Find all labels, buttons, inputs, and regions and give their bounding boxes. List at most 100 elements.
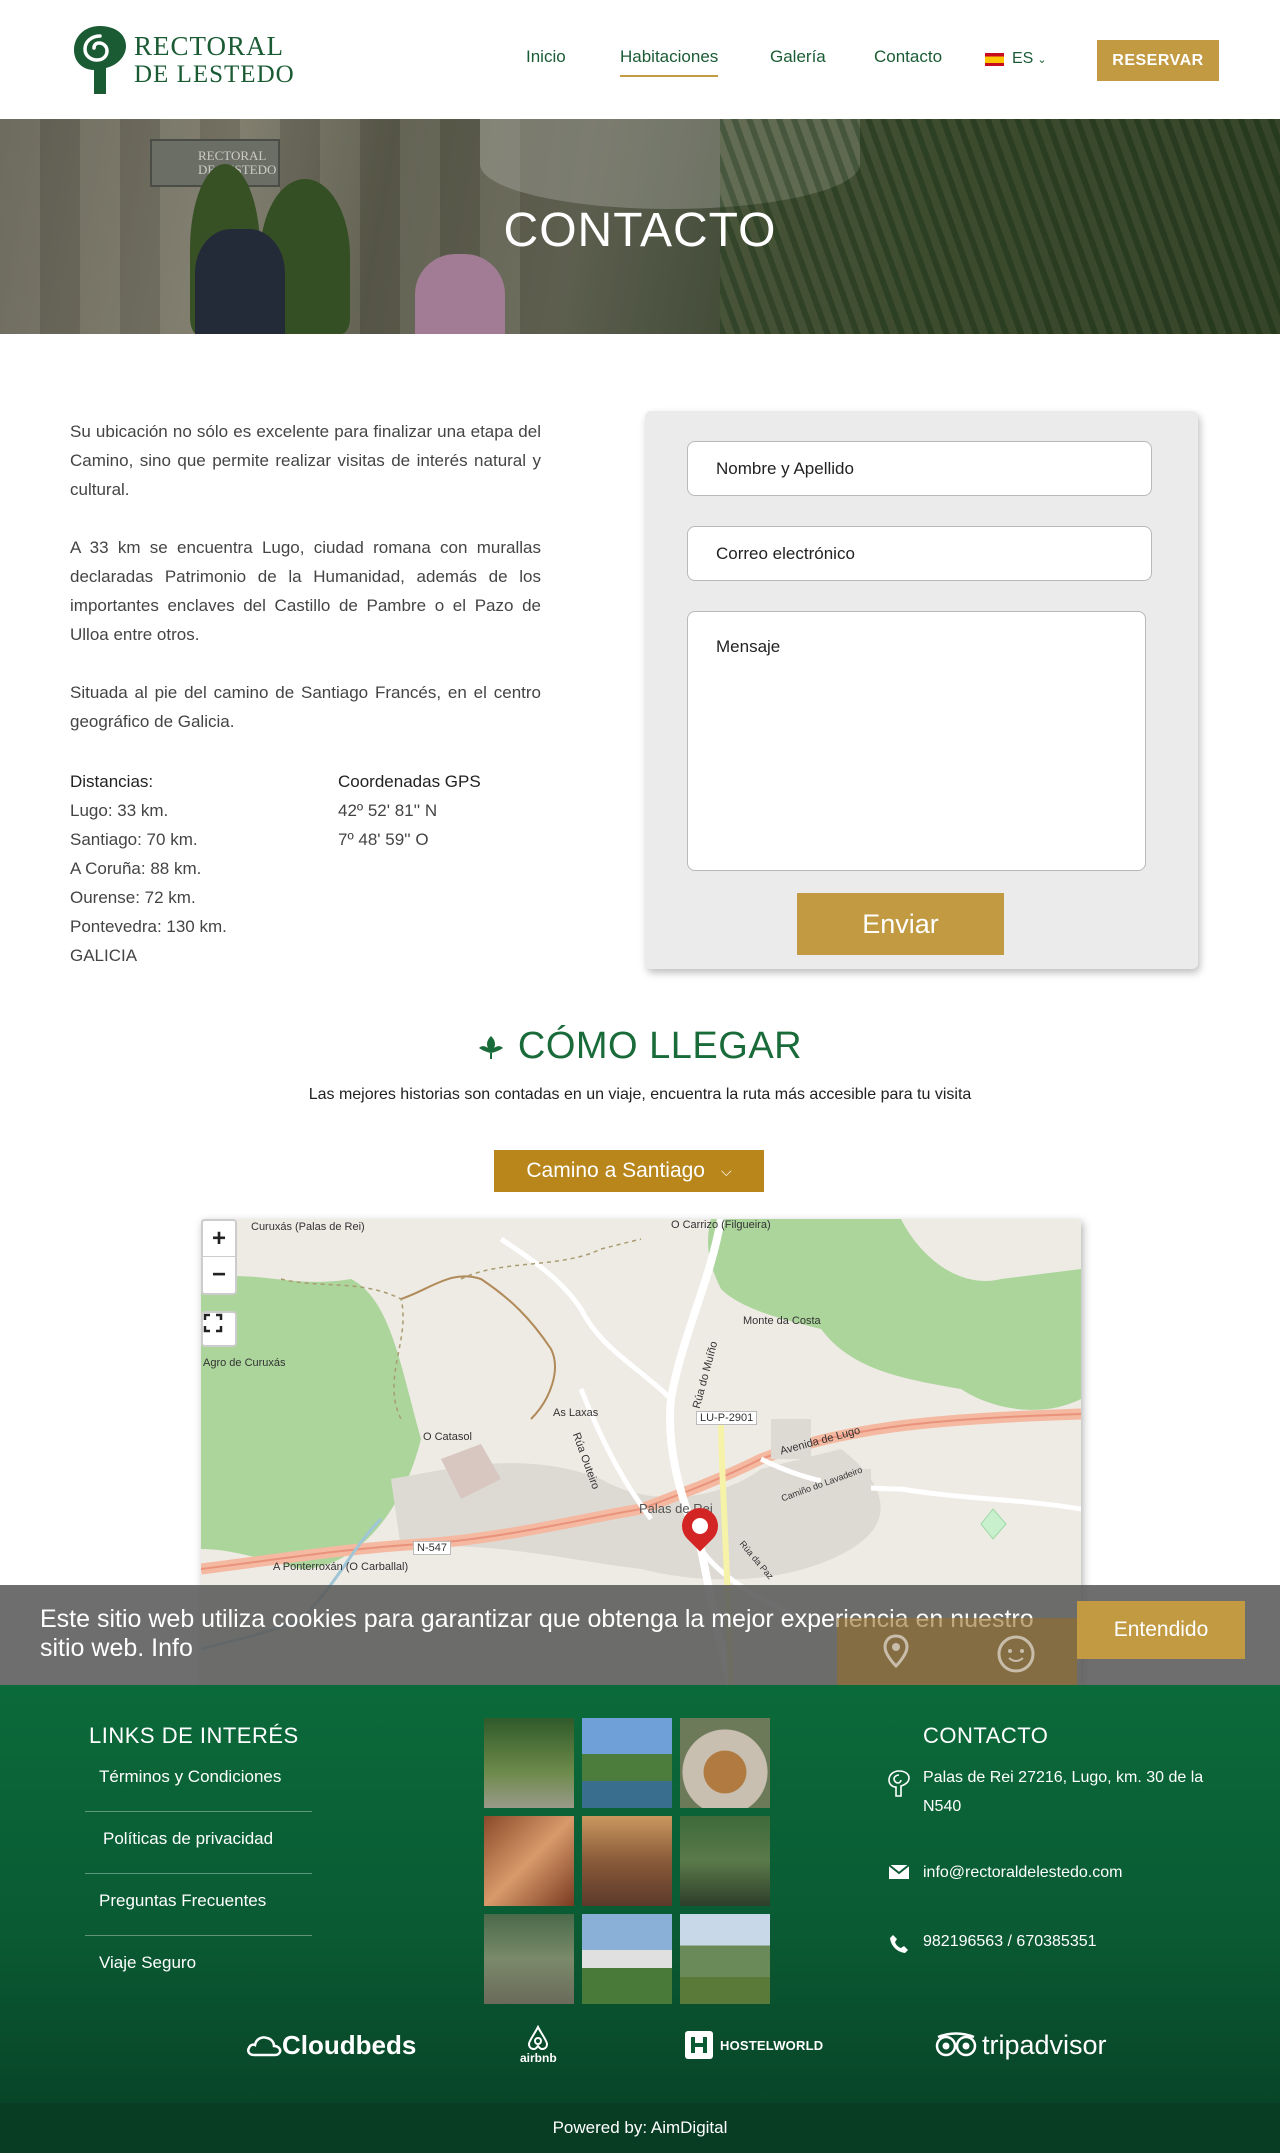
- send-button[interactable]: Enviar: [797, 893, 1004, 955]
- distance-item: Lugo: 33 km.: [70, 801, 169, 820]
- owl-icon: [935, 2032, 977, 2057]
- chevron-down-icon: ⌵: [721, 1162, 732, 1179]
- nav-contacto[interactable]: Contacto: [874, 47, 942, 67]
- intro-paragraph: Situada al pie del camino de Santiago Fr…: [70, 683, 541, 731]
- tripadvisor-label: tripadvisor: [982, 2029, 1107, 2060]
- language-label: ES: [1012, 50, 1034, 67]
- name-field[interactable]: Nombre y Apellido: [687, 441, 1152, 496]
- nav-inicio[interactable]: Inicio: [526, 47, 566, 67]
- gallery-thumb[interactable]: [582, 1718, 672, 1808]
- fullscreen-icon[interactable]: [201, 1311, 237, 1347]
- partner-logos: Cloudbeds airbnb HOSTELWORLD tripadvisor: [0, 2020, 1280, 2070]
- tripadvisor-logo[interactable]: tripadvisor: [934, 2020, 1107, 2070]
- contact-email[interactable]: info@rectoraldelestedo.com: [887, 1858, 1122, 1887]
- gps-title: Coordenadas GPS: [338, 772, 481, 791]
- links-title: LINKS DE INTERÉS: [89, 1723, 299, 1748]
- gps-coordinates: Coordenadas GPS 42º 52' 81'' N 7º 48' 59…: [338, 767, 481, 854]
- language-selector[interactable]: ES ⌄: [985, 50, 1047, 68]
- nav-habitaciones[interactable]: Habitaciones: [620, 47, 719, 77]
- nav-galeria[interactable]: Galería: [770, 47, 826, 67]
- spain-flag-icon: [985, 52, 1004, 66]
- message-field[interactable]: Mensaje: [687, 611, 1146, 871]
- airbnb-logo[interactable]: airbnb: [520, 2020, 557, 2070]
- main-nav: Inicio Habitaciones Galería Contacto: [0, 47, 1280, 77]
- hero-banner: RECTORAL DE LESTEDO CONTACTO: [0, 119, 1280, 334]
- distance-item: Pontevedra: 130 km.: [70, 917, 227, 936]
- divider: [85, 1935, 312, 1936]
- gallery-thumb[interactable]: [680, 1718, 770, 1808]
- map-label: A Ponterroxán (O Carballal): [273, 1561, 409, 1573]
- distances-list: Distancias: Lugo: 33 km. Santiago: 70 km…: [70, 767, 227, 970]
- route-select-label: Camino a Santiago: [526, 1159, 705, 1182]
- maps-app-icon[interactable]: [837, 1618, 955, 1685]
- phone-icon: [887, 1927, 911, 1955]
- zoom-out-button[interactable]: −: [203, 1257, 235, 1293]
- route-select[interactable]: Camino a Santiago ⌵: [494, 1150, 764, 1192]
- gallery-thumb[interactable]: [484, 1816, 574, 1906]
- chevron-down-icon: ⌄: [1037, 53, 1047, 66]
- contact-phone[interactable]: 982196563 / 670385351: [887, 1927, 1097, 1956]
- intro-text: Su ubicación no sólo es excelente para f…: [70, 417, 541, 765]
- how-title: CÓMO LLEGAR: [478, 1025, 802, 1068]
- powered-by[interactable]: Powered by: AimDigital: [0, 2103, 1280, 2153]
- airbnb-label: airbnb: [520, 2051, 557, 2065]
- how-title-text: CÓMO LLEGAR: [517, 1025, 803, 1067]
- divider: [85, 1873, 312, 1874]
- cookie-accept-button[interactable]: Entendido: [1077, 1601, 1245, 1659]
- contact-title: CONTACTO: [923, 1723, 1049, 1748]
- reserve-button[interactable]: RESERVAR: [1097, 40, 1219, 81]
- spiral-logo-icon: [887, 1763, 911, 1797]
- hostelworld-label: HOSTELWORLD: [720, 2037, 824, 2053]
- map-label: Curuxás (Palas de Rei): [251, 1221, 365, 1233]
- distance-item: A Coruña: 88 km.: [70, 859, 202, 878]
- site-header: RECTORAL DE LESTEDO Inicio Habitaciones …: [0, 0, 1280, 119]
- page-title: CONTACTO: [503, 204, 777, 257]
- gps-longitude: 7º 48' 59'' O: [338, 830, 429, 849]
- footer-link-terms[interactable]: Términos y Condiciones: [85, 1767, 312, 1787]
- contact-email-text: info@rectoraldelestedo.com: [923, 1864, 1123, 1881]
- map-label: O Catasol: [423, 1431, 472, 1443]
- gallery-thumb[interactable]: [484, 1914, 574, 2004]
- how-to-get-section: CÓMO LLEGAR Las mejores historias son co…: [0, 1025, 1280, 1104]
- hostelworld-logo[interactable]: HOSTELWORLD: [684, 2020, 823, 2070]
- footer-link-privacy[interactable]: Políticas de privacidad: [85, 1829, 312, 1849]
- gps-latitude: 42º 52' 81'' N: [338, 801, 438, 820]
- how-subtitle: Las mejores historias son contadas en un…: [308, 1086, 972, 1103]
- map-label: Monte da Costa: [743, 1315, 821, 1327]
- waze-icon[interactable]: [955, 1618, 1077, 1685]
- zoom-in-button[interactable]: +: [203, 1221, 235, 1257]
- zoom-control: + −: [201, 1219, 237, 1295]
- distance-item: Ourense: 72 km.: [70, 888, 196, 907]
- footer-link-faq[interactable]: Preguntas Frecuentes: [85, 1891, 312, 1911]
- distance-item: Santiago: 70 km.: [70, 830, 198, 849]
- footer-link-safe-travel[interactable]: Viaje Seguro: [85, 1953, 312, 1973]
- cookie-banner: Este sitio web utiliza cookies para gara…: [0, 1585, 1280, 1685]
- gallery-thumb[interactable]: [582, 1816, 672, 1906]
- distance-item: GALICIA: [70, 946, 138, 965]
- gallery-thumb[interactable]: [582, 1914, 672, 2004]
- directions-app-buttons: [837, 1618, 1077, 1685]
- envelope-icon: [887, 1858, 911, 1880]
- contact-phone-text: 982196563 / 670385351: [923, 1933, 1097, 1950]
- gallery-thumb[interactable]: [484, 1718, 574, 1808]
- site-footer: LINKS DE INTERÉS Términos y Condiciones …: [0, 1685, 1280, 2103]
- house-icon: [688, 1514, 712, 1538]
- cloudbeds-logo[interactable]: Cloudbeds: [246, 2020, 416, 2070]
- map-label: LU-P-2901: [696, 1411, 758, 1425]
- intro-paragraph: A 33 km se encuentra Lugo, ciudad romana…: [70, 538, 541, 644]
- gallery-thumb[interactable]: [680, 1914, 770, 2004]
- map-label: As Laxas: [553, 1407, 599, 1419]
- map-label: Agro de Curuxás: [203, 1357, 286, 1369]
- email-field[interactable]: Correo electrónico: [687, 526, 1152, 581]
- map-label: O Carrizo (Filgueira): [671, 1219, 771, 1231]
- map-label: N-547: [413, 1541, 451, 1555]
- gallery-thumb[interactable]: [680, 1816, 770, 1906]
- intro-paragraph: Su ubicación no sólo es excelente para f…: [70, 422, 541, 499]
- cloudbeds-label: Cloudbeds: [282, 2029, 417, 2060]
- contact-form: Nombre y Apellido Correo electrónico Men…: [645, 411, 1198, 969]
- hostelworld-icon: [685, 2031, 713, 2059]
- distances-title: Distancias:: [70, 772, 154, 791]
- contact-address: Palas de Rei 27216, Lugo, km. 30 de la N…: [887, 1763, 1217, 1821]
- airbnb-icon: [528, 2025, 549, 2051]
- leaf-icon: [478, 1035, 503, 1059]
